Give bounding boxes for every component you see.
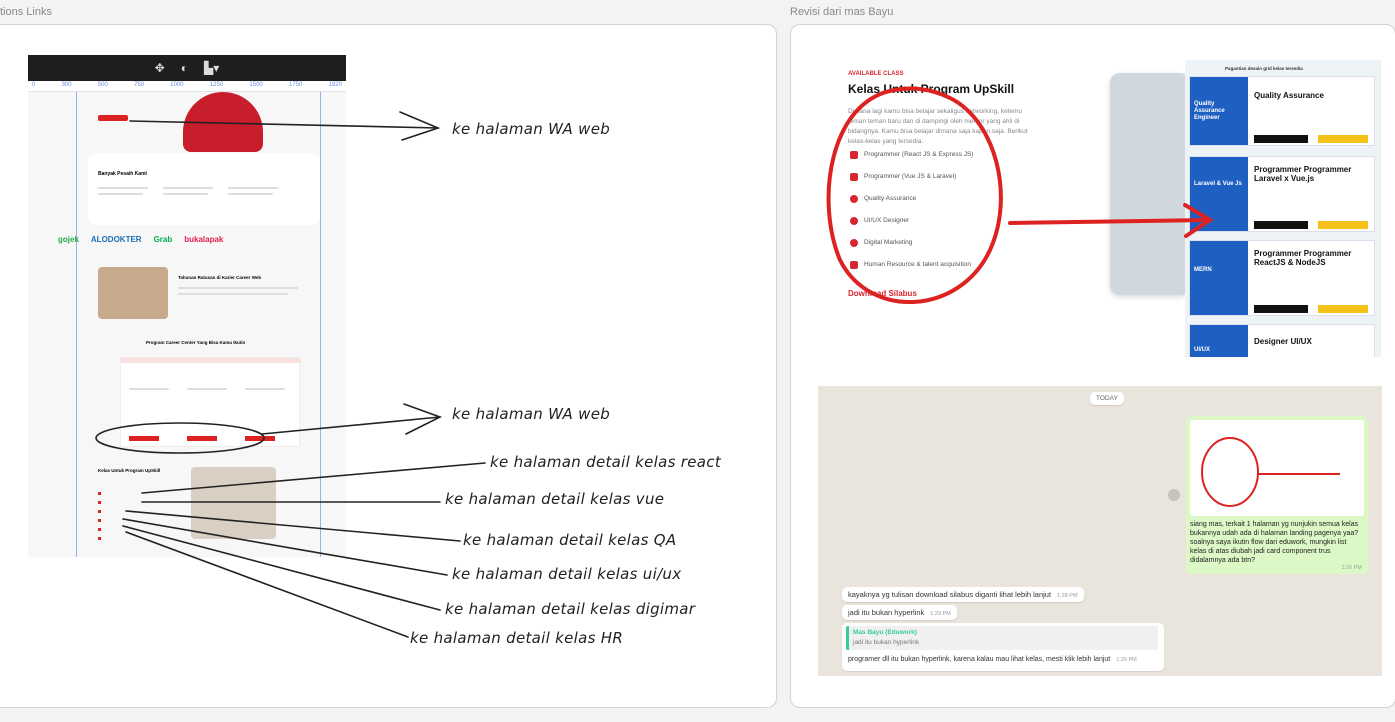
card-title: Designer UI/UX [1254,337,1312,346]
annotation-hr: ke halaman detail kelas HR [410,629,624,647]
revision-annotation [826,86,1214,304]
annotation-wa-1: ke halaman WA web [452,120,611,138]
quote-text: jadi itu bukan hyperlink [853,639,920,646]
reply-text: programer dll itu bukan hyperlink, karen… [848,656,1137,663]
chat-reply-message: Mas Bayu (Eduwork) jadi itu bukan hyperl… [842,623,1164,671]
annotation-uiux: ke halaman detail kelas ui/ux [452,565,682,583]
forward-icon[interactable] [1168,489,1180,501]
annotation-vue: ke halaman detail kelas vue [445,490,665,508]
detail-button[interactable] [1254,221,1308,229]
outgoing-text: siang mas, terkait 1 halaman yg nunjukin… [1190,521,1359,564]
annotation-digimar: ke halaman detail kelas digimar [445,600,696,618]
thumbnail-annotation [1201,437,1340,507]
card-title: Quality Assurance [1254,91,1324,100]
quote-author: Mas Bayu (Eduwork) [853,629,917,636]
detail-button[interactable] [1254,135,1308,143]
date-divider: TODAY [1090,392,1124,405]
attached-screenshot-thumbnail[interactable] [1190,420,1364,516]
whatsapp-chat: TODAY siang mas, terkait 1 halaman yg nu… [818,386,1382,676]
chat-message: jadi itu bukan hyperlink 1:29 PM [842,605,957,620]
outgoing-message: siang mas, terkait 1 halaman yg nunjukin… [1186,416,1368,574]
annotation-qa: ke halaman detail kelas QA [463,531,677,549]
annotation-react: ke halaman detail kelas react [490,453,722,471]
register-button[interactable] [1318,135,1368,143]
right-frame-label: Revisi dari mas Bayu [790,6,894,18]
register-button[interactable] [1318,221,1368,229]
register-button[interactable] [1318,305,1368,313]
chat-message: kayaknya yg tulisan download silabus dig… [842,587,1084,602]
card-side-title: UI/UX [1194,347,1211,353]
card-title: Programmer Programmer Laravel x Vue.js [1254,165,1352,183]
outgoing-time: 1:20 PM [1341,565,1362,571]
detail-button[interactable] [1254,305,1308,313]
quoted-message[interactable]: Mas Bayu (Eduwork) jadi itu bukan hyperl… [846,626,1158,650]
annotation-wa-2: ke halaman WA web [452,405,611,423]
panel-header: Pagantian desain grid kelas tersedia [1225,66,1303,71]
card-title: Programmer Programmer ReactJS & NodeJS [1254,249,1352,267]
